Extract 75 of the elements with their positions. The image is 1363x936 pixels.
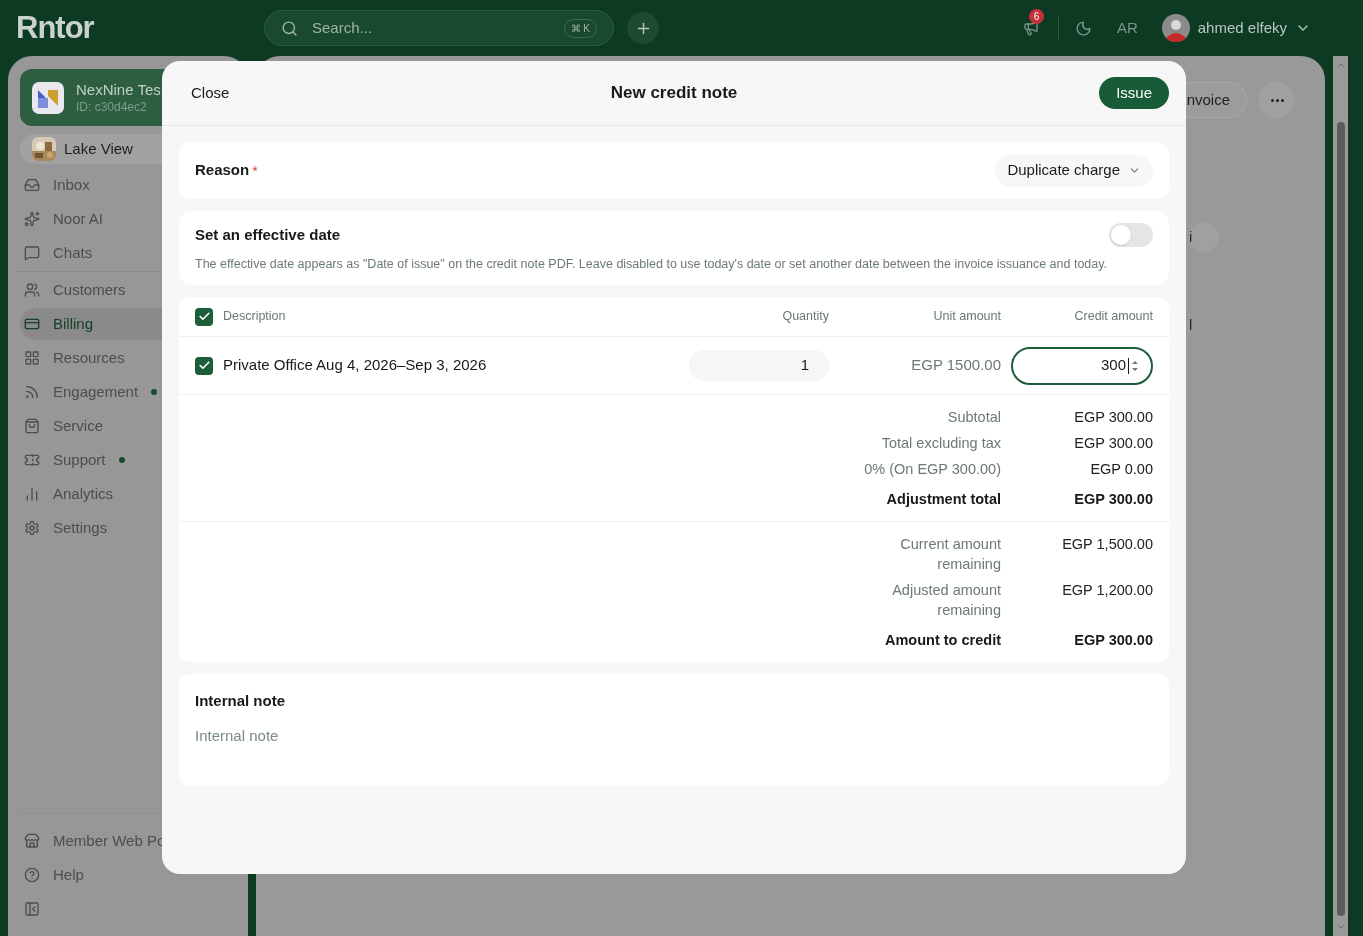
user-name[interactable]: ahmed elfeky — [1197, 16, 1287, 40]
credit-amount-field[interactable]: 300 — [1011, 346, 1153, 385]
row-checkbox[interactable] — [195, 356, 213, 375]
more-button[interactable] — [1259, 82, 1295, 118]
sidebar-item[interactable]: Engagement — [20, 376, 236, 408]
total-value: EGP 300.00 — [1074, 408, 1153, 427]
app-logo[interactable]: Rntor — [16, 4, 264, 52]
search-icon — [281, 19, 298, 37]
sidebar-item[interactable]: Customers — [20, 274, 236, 306]
bag-icon — [24, 418, 40, 434]
moon-icon[interactable] — [1074, 19, 1092, 37]
select-all-checkbox[interactable] — [195, 307, 213, 326]
workspace-id: ID: c30d4ec2 — [76, 99, 148, 115]
total-label: Subtotal — [947, 408, 1001, 427]
total-value: EGP 1,500.00 — [1062, 535, 1153, 554]
rss-icon — [24, 384, 40, 400]
megaphone-icon[interactable] — [1022, 20, 1039, 36]
section-title: Internal note — [195, 691, 286, 711]
workspace-logo — [32, 81, 64, 114]
text-fragment: i — [1189, 222, 1219, 252]
sidebar-item[interactable]: Service — [20, 410, 236, 442]
total-label: Current amount remaining — [899, 535, 1001, 574]
workspace-name: NexNine Tes — [76, 80, 161, 99]
sidebar-item[interactable]: Analytics — [20, 478, 236, 510]
check-icon — [197, 310, 211, 323]
quantity-field[interactable]: 1 — [689, 350, 829, 381]
check-icon — [197, 359, 211, 372]
search-field[interactable]: Search... ⌘ K — [264, 10, 614, 46]
total-value: EGP 300.00 — [1074, 631, 1153, 650]
toggle-switch[interactable] — [1109, 223, 1153, 247]
column-header: Credit amount — [1074, 308, 1153, 326]
add-button[interactable] — [627, 12, 659, 44]
sidebar-item[interactable]: Settings — [20, 512, 236, 544]
chat-icon — [24, 245, 40, 261]
unit-amount: EGP 1500.00 — [911, 355, 1001, 376]
scrollbar-thumb[interactable] — [1336, 122, 1345, 916]
dialog-title: New credit note — [610, 82, 738, 105]
collapse-sidebar-icon[interactable] — [24, 901, 40, 917]
total-value: EGP 0.00 — [1090, 460, 1153, 479]
total-value: EGP 300.00 — [1074, 434, 1153, 453]
avatar[interactable] — [1161, 14, 1190, 42]
section-title: Set an effective date — [195, 224, 341, 245]
users-icon — [24, 282, 40, 298]
grid-icon — [24, 350, 40, 366]
item-description: Private Office Aug 4, 2026–Sep 3, 2026 — [223, 355, 487, 376]
total-value: EGP 300.00 — [1074, 490, 1153, 509]
total-label: Adjustment total — [886, 490, 1001, 509]
total-label: Amount to credit — [885, 631, 1001, 650]
ellipsis-icon — [1270, 98, 1284, 102]
total-value: EGP 1,200.00 — [1062, 581, 1153, 600]
ticket-icon — [24, 452, 40, 468]
column-header: Quantity — [782, 308, 829, 326]
spinner-icon[interactable] — [1131, 358, 1139, 373]
column-header: Unit amount — [933, 308, 1001, 326]
card-icon — [24, 316, 40, 332]
bar-chart-icon — [24, 486, 40, 502]
help-text: The effective date appears as "Date of issue" on the credit note PDF. Leave disabled to use today's date or set another date between the invoice issuance and today. — [195, 256, 1109, 272]
internal-note-box[interactable]: Internal note Internal note — [179, 674, 1169, 786]
reason-dropdown[interactable]: Duplicate charge — [995, 154, 1153, 187]
inbox-icon — [24, 177, 40, 193]
total-label: 0% (On EGP 300.00) — [864, 460, 1001, 479]
text-fragment: l — [1189, 315, 1194, 335]
sparkle-icon — [24, 211, 40, 227]
sidebar-item[interactable]: Support — [20, 444, 236, 476]
search-input[interactable]: Search... — [312, 16, 550, 40]
notification-badge: 6 — [1028, 9, 1044, 24]
issue-button[interactable]: Issue — [1099, 77, 1169, 109]
total-label: Adjusted amount remaining — [891, 581, 1001, 620]
language-button[interactable]: AR — [1116, 16, 1138, 40]
help-icon — [24, 867, 40, 883]
settings-icon — [24, 520, 40, 536]
sidebar-item[interactable]: Help — [20, 858, 236, 892]
required-mark: * — [252, 162, 258, 181]
total-label: Total excluding tax — [881, 434, 1001, 453]
store-icon — [24, 833, 40, 849]
